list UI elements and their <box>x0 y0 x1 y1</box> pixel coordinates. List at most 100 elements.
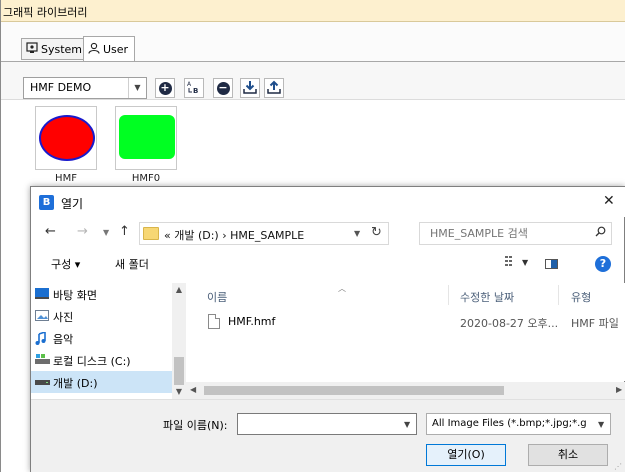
remove-icon: − <box>216 80 230 95</box>
nav-item-pictures[interactable]: 사진 <box>31 305 172 327</box>
rounded-rect-shape <box>119 115 175 159</box>
user-icon <box>88 42 100 57</box>
project-select-value: HMF DEMO <box>30 81 92 94</box>
add-button[interactable]: + <box>155 78 175 98</box>
search-icon[interactable] <box>595 226 606 240</box>
organize-button[interactable]: 구성 ▾ <box>51 256 80 272</box>
tab-system[interactable]: System <box>21 38 83 60</box>
open-file-dialog: B 열기 ✕ ← → ▼ ↑ « 개발 (D:) › HME_SAMPLE ▼ … <box>30 186 625 472</box>
search-input[interactable] <box>420 223 590 244</box>
project-select[interactable]: HMF DEMO ▼ <box>23 77 147 99</box>
remove-button[interactable]: − <box>213 78 233 98</box>
svg-text:B: B <box>193 87 198 94</box>
view-options-icon[interactable] <box>505 255 519 270</box>
horizontal-scrollbar[interactable]: ◀ ▶ <box>186 382 625 399</box>
cancel-button[interactable]: 취소 <box>528 444 608 466</box>
library-title: 그래픽 라이브러리 <box>1 0 625 22</box>
file-row[interactable]: HMF.hmf 2020-08-27 오후... HMF 파일 <box>186 313 625 335</box>
drive-icon <box>35 376 50 389</box>
scroll-right-icon[interactable]: ▶ <box>616 385 622 394</box>
file-icon <box>208 314 220 329</box>
filename-input[interactable] <box>238 414 398 434</box>
app-icon: B <box>39 195 54 210</box>
nav-pane-scrollbar[interactable]: ▲ ▼ <box>172 283 186 399</box>
column-divider[interactable] <box>558 285 559 305</box>
export-button[interactable] <box>264 78 284 98</box>
music-icon <box>35 330 47 348</box>
address-bar[interactable]: « 개발 (D:) › HME_SAMPLE ▼ ↻ <box>139 222 389 245</box>
help-icon[interactable]: ? <box>595 256 611 272</box>
export-icon <box>267 80 281 97</box>
chevron-down-icon: ▼ <box>128 78 146 98</box>
nav-item-label: 사진 <box>53 311 74 324</box>
dialog-title: 열기 <box>61 197 84 211</box>
recent-locations-chevron-icon[interactable]: ▼ <box>103 228 109 237</box>
tab-system-label: System <box>41 42 83 56</box>
chevron-down-icon[interactable]: ▼ <box>598 420 604 429</box>
scroll-down-icon[interactable]: ▼ <box>172 387 186 396</box>
chevron-down-icon[interactable]: ▼ <box>404 420 410 429</box>
folder-icon <box>143 227 159 240</box>
nav-item-label: 음악 <box>53 333 74 346</box>
desktop-icon <box>35 288 49 302</box>
library-item[interactable]: HMF <box>35 106 97 184</box>
local-disk-icon <box>35 354 50 367</box>
column-divider[interactable] <box>448 285 449 305</box>
import-icon <box>243 80 257 97</box>
nav-item-drive-d[interactable]: 개발 (D:) <box>31 371 172 393</box>
dialog-footer: 파일 이름(N): ▼ All Image Files (*.bmp;*.jpg… <box>31 399 625 472</box>
nav-item-label: 바탕 화면 <box>53 289 97 302</box>
file-list: ︿ 이름 수정한 날짜 유형 HMF.hmf 2020-08-27 오후... … <box>186 283 625 381</box>
svg-text:A: A <box>187 81 192 88</box>
item-thumbnail <box>35 106 97 170</box>
file-type-filter-value: All Image Files (*.bmp;*.jpg;*.g <box>432 418 587 429</box>
command-bar: 구성 ▾ 새 폴더 ▼ ? <box>31 251 625 277</box>
scroll-up-icon[interactable]: ▲ <box>172 285 186 294</box>
rename-button[interactable]: AB <box>184 78 204 98</box>
nav-item-local-disk-c[interactable]: 로컬 디스크 (C:) <box>31 349 172 371</box>
navigation-pane: 바탕 화면 사진 음악 로컬 디스크 (C:) 개발 (D:) <box>31 283 186 399</box>
file-type: HMF 파일 <box>571 317 619 330</box>
tab-user[interactable]: User <box>83 36 135 62</box>
library-item-grid: HMF HMF0 <box>1 100 625 190</box>
address-path: « 개발 (D:) › HME_SAMPLE <box>164 229 305 242</box>
scrollbar-thumb[interactable] <box>174 357 184 385</box>
scrollbar-thumb[interactable] <box>204 386 504 395</box>
nav-item-music[interactable]: 음악 <box>31 327 172 349</box>
resize-grip-icon[interactable]: ⋰ <box>614 462 622 471</box>
tab-user-label: User <box>103 43 129 56</box>
scroll-left-icon[interactable]: ◀ <box>190 385 196 394</box>
file-type-filter-select[interactable]: All Image Files (*.bmp;*.jpg;*.g ▼ <box>426 413 611 435</box>
column-header-date[interactable]: 수정한 날짜 <box>460 289 514 305</box>
item-thumbnail <box>115 106 177 170</box>
pictures-icon <box>35 310 49 324</box>
library-toolbar: HMF DEMO ▼ + AB − <box>1 62 625 100</box>
chevron-down-icon[interactable]: ▼ <box>522 258 528 267</box>
back-icon[interactable]: ← <box>45 224 56 239</box>
refresh-icon[interactable]: ↻ <box>371 225 382 240</box>
forward-icon[interactable]: → <box>77 224 88 239</box>
import-button[interactable] <box>240 78 260 98</box>
nav-item-desktop[interactable]: 바탕 화면 <box>31 283 172 305</box>
library-tab-strip: System User <box>1 22 625 62</box>
item-caption: HMF <box>55 173 77 184</box>
filename-combo[interactable]: ▼ <box>237 413 417 435</box>
column-header-type[interactable]: 유형 <box>571 289 591 305</box>
chevron-down-icon[interactable]: ▼ <box>354 229 360 238</box>
sort-indicator-icon: ︿ <box>338 284 346 293</box>
preview-pane-icon[interactable] <box>545 259 558 269</box>
search-box[interactable] <box>419 222 612 245</box>
library-item[interactable]: HMF0 <box>115 106 177 184</box>
open-button[interactable]: 열기(O) <box>426 444 506 466</box>
new-folder-button[interactable]: 새 폴더 <box>115 256 149 272</box>
up-icon[interactable]: ↑ <box>119 224 130 239</box>
nav-item-label: 개발 (D:) <box>53 377 98 390</box>
item-caption: HMF0 <box>131 173 161 184</box>
filename-label: 파일 이름(N): <box>163 419 228 432</box>
address-row: ← → ▼ ↑ « 개발 (D:) › HME_SAMPLE ▼ ↻ <box>31 219 625 247</box>
close-icon[interactable]: ✕ <box>603 193 615 209</box>
column-header-name[interactable]: 이름 <box>207 289 227 305</box>
rename-icon: AB <box>187 80 201 97</box>
file-date: 2020-08-27 오후... <box>460 317 559 330</box>
add-icon: + <box>158 80 172 95</box>
